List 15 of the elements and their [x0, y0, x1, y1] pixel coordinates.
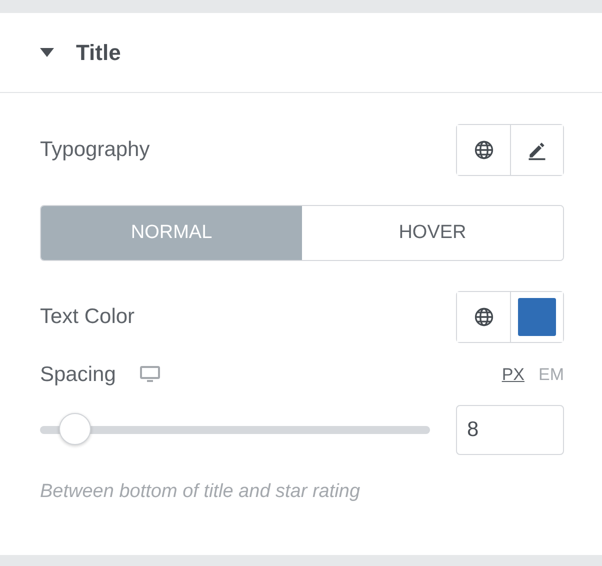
caret-icon [40, 48, 54, 57]
spacing-input[interactable]: 8 [456, 405, 564, 455]
desktop-icon [140, 366, 160, 384]
globe-icon [472, 139, 494, 161]
unit-option[interactable]: PX [502, 365, 524, 385]
spacing-label: Spacing [40, 363, 116, 387]
color-picker[interactable] [510, 292, 563, 342]
globe-icon [472, 306, 494, 328]
section-header[interactable]: Title [0, 13, 602, 93]
help-text: Between bottom of title and star rating [40, 481, 362, 503]
edit-button[interactable] [510, 125, 563, 175]
typography-label: Typography [40, 138, 150, 162]
section-title: Title [76, 40, 121, 66]
slider-thumb[interactable] [59, 413, 92, 445]
text-color-label: Text Color [40, 305, 135, 329]
